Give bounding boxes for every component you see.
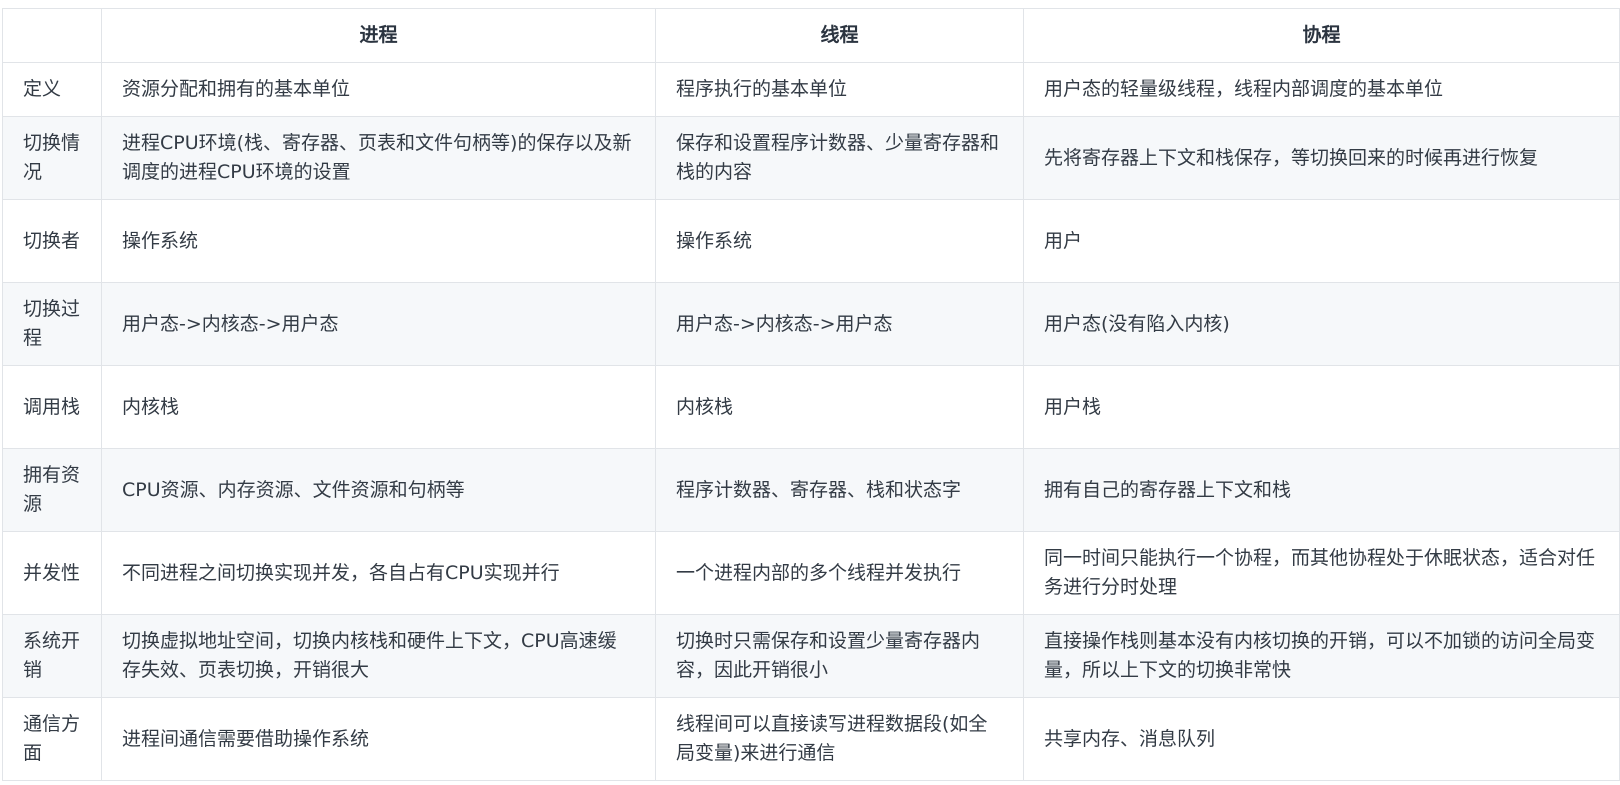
cell-process: 资源分配和拥有的基本单位	[101, 62, 656, 117]
row-label: 通信方面	[2, 697, 102, 781]
cell-thread: 用户态->内核态->用户态	[655, 282, 1024, 366]
table-row: 定义 资源分配和拥有的基本单位 程序执行的基本单位 用户态的轻量级线程，线程内部…	[2, 62, 1620, 117]
cell-process: CPU资源、内存资源、文件资源和句柄等	[101, 448, 656, 532]
table-row: 系统开销 切换虚拟地址空间，切换内核栈和硬件上下文，CPU高速缓存失效、页表切换…	[2, 614, 1620, 698]
table-row: 切换者 操作系统 操作系统 用户	[2, 199, 1620, 283]
row-label: 切换者	[2, 199, 102, 283]
cell-process: 用户态->内核态->用户态	[101, 282, 656, 366]
row-label: 并发性	[2, 531, 102, 615]
cell-process: 不同进程之间切换实现并发，各自占有CPU实现并行	[101, 531, 656, 615]
row-label: 调用栈	[2, 365, 102, 449]
row-label: 定义	[2, 62, 102, 117]
table-row: 通信方面 进程间通信需要借助操作系统 线程间可以直接读写进程数据段(如全局变量)…	[2, 697, 1620, 781]
cell-coroutine: 同一时间只能执行一个协程，而其他协程处于休眠状态，适合对任务进行分时处理	[1023, 531, 1620, 615]
row-label: 切换过程	[2, 282, 102, 366]
header-cell-process: 进程	[101, 8, 656, 63]
cell-thread: 操作系统	[655, 199, 1024, 283]
cell-coroutine: 用户栈	[1023, 365, 1620, 449]
table-row: 切换情况 进程CPU环境(栈、寄存器、页表和文件句柄等)的保存以及新调度的进程C…	[2, 116, 1620, 200]
cell-thread: 内核栈	[655, 365, 1024, 449]
table-row: 拥有资源 CPU资源、内存资源、文件资源和句柄等 程序计数器、寄存器、栈和状态字…	[2, 448, 1620, 532]
header-cell-thread: 线程	[655, 8, 1024, 63]
row-label: 系统开销	[2, 614, 102, 698]
cell-coroutine: 用户态的轻量级线程，线程内部调度的基本单位	[1023, 62, 1620, 117]
table-row: 调用栈 内核栈 内核栈 用户栈	[2, 365, 1620, 449]
cell-thread: 保存和设置程序计数器、少量寄存器和栈的内容	[655, 116, 1024, 200]
header-cell-coroutine: 协程	[1023, 8, 1620, 63]
cell-thread: 程序执行的基本单位	[655, 62, 1024, 117]
cell-coroutine: 用户态(没有陷入内核)	[1023, 282, 1620, 366]
cell-coroutine: 先将寄存器上下文和栈保存，等切换回来的时候再进行恢复	[1023, 116, 1620, 200]
cell-coroutine: 共享内存、消息队列	[1023, 697, 1620, 781]
row-label: 切换情况	[2, 116, 102, 200]
comparison-table-container: 进程 线程 协程 定义 资源分配和拥有的基本单位 程序执行的基本单位 用户态的轻…	[2, 8, 1620, 781]
cell-thread: 切换时只需保存和设置少量寄存器内容，因此开销很小	[655, 614, 1024, 698]
cell-process: 切换虚拟地址空间，切换内核栈和硬件上下文，CPU高速缓存失效、页表切换，开销很大	[101, 614, 656, 698]
cell-thread: 一个进程内部的多个线程并发执行	[655, 531, 1024, 615]
cell-process: 内核栈	[101, 365, 656, 449]
cell-coroutine: 拥有自己的寄存器上下文和栈	[1023, 448, 1620, 532]
cell-process: 进程间通信需要借助操作系统	[101, 697, 656, 781]
process-thread-coroutine-table: 进程 线程 协程 定义 资源分配和拥有的基本单位 程序执行的基本单位 用户态的轻…	[2, 8, 1620, 781]
cell-thread: 线程间可以直接读写进程数据段(如全局变量)来进行通信	[655, 697, 1024, 781]
table-header-row: 进程 线程 协程	[2, 8, 1620, 63]
cell-process: 操作系统	[101, 199, 656, 283]
cell-coroutine: 用户	[1023, 199, 1620, 283]
cell-process: 进程CPU环境(栈、寄存器、页表和文件句柄等)的保存以及新调度的进程CPU环境的…	[101, 116, 656, 200]
row-label: 拥有资源	[2, 448, 102, 532]
table-row: 并发性 不同进程之间切换实现并发，各自占有CPU实现并行 一个进程内部的多个线程…	[2, 531, 1620, 615]
table-row: 切换过程 用户态->内核态->用户态 用户态->内核态->用户态 用户态(没有陷…	[2, 282, 1620, 366]
cell-thread: 程序计数器、寄存器、栈和状态字	[655, 448, 1024, 532]
header-cell-corner	[2, 8, 102, 63]
cell-coroutine: 直接操作栈则基本没有内核切换的开销，可以不加锁的访问全局变量，所以上下文的切换非…	[1023, 614, 1620, 698]
